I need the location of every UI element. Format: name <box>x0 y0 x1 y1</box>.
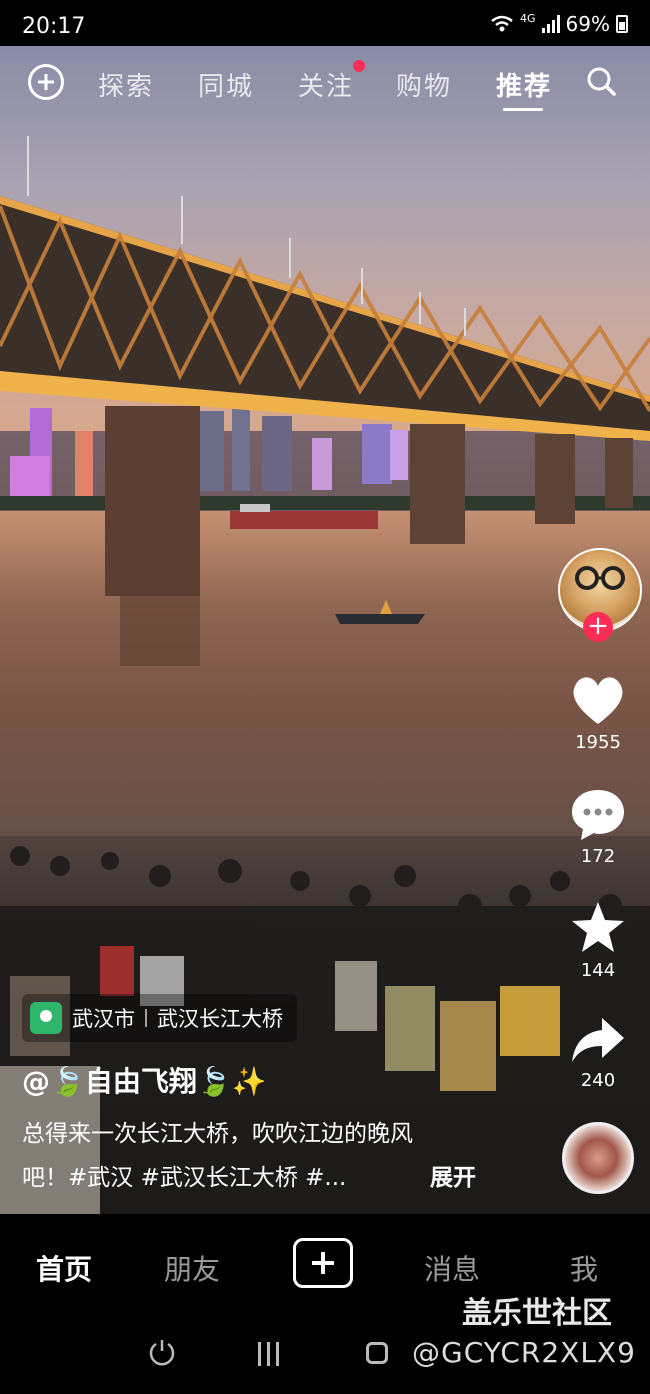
location-city: 武汉市 <box>72 1007 135 1031</box>
comment-icon[interactable] <box>568 786 628 842</box>
signal-icon <box>541 15 560 33</box>
location-tag[interactable]: 武汉市 武汉长江大桥 <box>22 994 297 1042</box>
nav-messages[interactable]: 消息 <box>424 1248 480 1288</box>
wifi-icon <box>491 15 513 32</box>
nav-home[interactable]: 首页 <box>36 1248 92 1288</box>
post-caption: 总得来一次长江大桥，吹吹江边的晚风 吧！#武汉 #武汉长江大桥 #... <box>22 1112 582 1200</box>
location-pin-icon <box>30 1002 62 1034</box>
recent-apps-icon[interactable] <box>258 1342 279 1366</box>
active-tab-indicator <box>503 108 543 111</box>
battery-percent: 69% <box>565 12 610 36</box>
follow-button[interactable]: + <box>583 612 613 642</box>
home-icon[interactable] <box>366 1342 388 1364</box>
nav-me[interactable]: 我 <box>570 1248 598 1288</box>
tab-nearby[interactable]: 同城 <box>198 66 254 103</box>
caption-line-1: 总得来一次长江大桥，吹吹江边的晚风 <box>22 1121 413 1147</box>
author-name[interactable]: @🍃自由飞翔🍃✨ <box>22 1060 267 1100</box>
watermark-text: 盖乐世社区 <box>462 1296 612 1331</box>
nav-friends[interactable]: 朋友 <box>164 1248 220 1288</box>
status-bar: 20:17 4G 69% <box>0 0 650 46</box>
add-icon[interactable] <box>28 64 64 100</box>
power-icon[interactable] <box>148 1338 176 1366</box>
share-count: 240 <box>580 1070 616 1091</box>
comment-count: 172 <box>580 846 616 867</box>
expand-caption-button[interactable]: 展开 <box>430 1158 476 1192</box>
location-divider <box>145 1009 147 1027</box>
star-icon[interactable] <box>568 900 628 956</box>
create-post-button[interactable] <box>293 1238 353 1288</box>
caption-line-2: 吧！#武汉 #武汉长江大桥 #... <box>22 1165 347 1191</box>
notification-dot <box>353 60 365 72</box>
tab-following[interactable]: 关注 <box>298 66 354 103</box>
tab-recommended[interactable]: 推荐 <box>496 66 552 103</box>
like-count: 1955 <box>575 732 621 753</box>
status-icons: 4G 69% <box>490 12 628 36</box>
heart-icon[interactable] <box>568 672 628 728</box>
tab-shopping[interactable]: 购物 <box>396 66 452 103</box>
battery-icon <box>616 15 628 33</box>
clock: 20:17 <box>22 14 86 39</box>
favorite-count: 144 <box>580 960 616 981</box>
location-place: 武汉长江大桥 <box>157 1007 283 1031</box>
watermark-handle: @GCYCR2XLX9 <box>412 1336 636 1369</box>
share-icon[interactable] <box>568 1012 628 1068</box>
search-icon[interactable] <box>586 66 616 96</box>
network-type-label: 4G <box>520 11 536 25</box>
bridge-scene-illustration <box>0 136 650 666</box>
top-nav: 探索 同城 关注 购物 推荐 <box>0 50 650 120</box>
tab-explore[interactable]: 探索 <box>98 66 154 103</box>
